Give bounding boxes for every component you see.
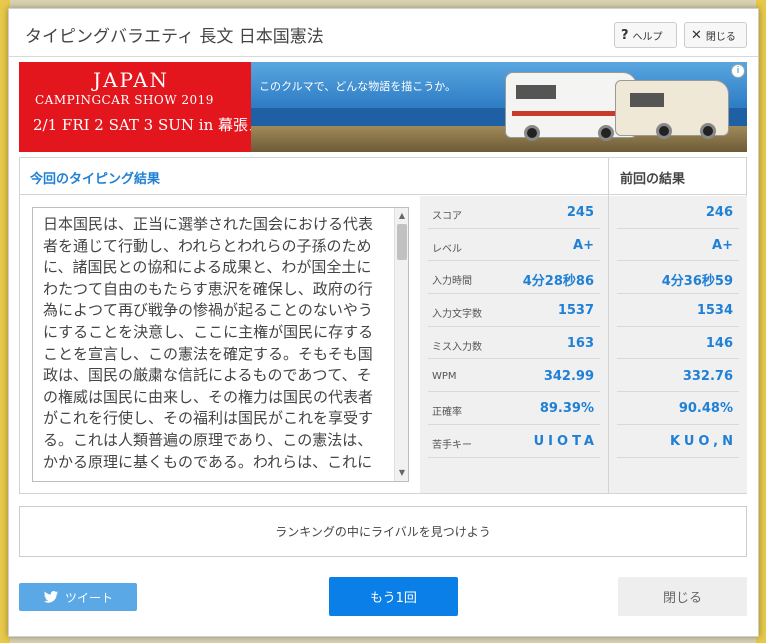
typed-text-line: わたつて自由のもたらす恵沢を確保し、政府の行 — [43, 279, 373, 298]
banner-show: CAMPINGCAR SHOW 2019 — [35, 93, 214, 107]
retry-button[interactable]: もう1回 — [329, 577, 458, 616]
stat-value-current: 89.39% — [539, 401, 594, 417]
stat-value-current: 245 — [566, 205, 594, 220]
adchoices-icon[interactable]: i — [731, 64, 745, 78]
typed-text-line: ことを宣言し、この憲法を確定する。そもそも国 — [43, 344, 373, 363]
typed-text-line: 政は、国民の厳粛な信託によるものであつて、そ — [43, 366, 372, 385]
twitter-bird-icon — [43, 591, 59, 603]
previous-stats: 246 A+ 4分36秒59 1534 146 332.76 90.48% KUO,N — [609, 196, 747, 493]
stat-row-current: 入力時間 4分28秒86 — [428, 261, 600, 295]
stat-value-previous: KUO,N — [670, 433, 737, 449]
current-results-heading: 今回のタイピング結果 — [30, 172, 161, 187]
previous-results-heading: 前回の結果 — [620, 172, 686, 187]
modal-title: タイピングバラエティ 長文 日本国憲法 — [25, 27, 324, 47]
stat-value-current: 163 — [566, 335, 594, 351]
stat-row-previous: KUO,N — [617, 425, 739, 458]
stat-row-current: スコア 245 — [428, 196, 600, 229]
modal-header: タイピングバラエティ 長文 日本国憲法 ? ヘルプ ✕ 閉じる — [9, 9, 758, 57]
typed-text-line: にすることを決意し、ここに主権が国民に存する — [43, 322, 374, 341]
scroll-down-arrow-icon[interactable]: ▼ — [397, 468, 407, 478]
stat-row-current: WPM 342.99 — [428, 360, 600, 393]
typed-text-line: がこれを行使し、その福利は国民がこれを享受す — [43, 409, 374, 428]
stat-value-current: 342.99 — [543, 368, 594, 384]
stat-value-previous: 146 — [705, 335, 733, 351]
close-top-label: 閉じる — [705, 31, 736, 43]
camper-trailer-image — [615, 80, 729, 139]
current-stats: スコア 245 レベル A+ 入力時間 4分28秒86 入力文字数 1537 ミス入力数 163 W… — [420, 196, 608, 493]
stat-value-previous: 332.76 — [682, 368, 733, 384]
typed-text-line: に、諸国民との協和による成果と、わが国全土に — [43, 258, 372, 277]
banner-copy: このクルマで、どんな物語を描こうか。 — [259, 80, 457, 93]
stat-value-previous: 1534 — [696, 303, 733, 319]
typed-text-line: 日本国民は、正当に選挙された国会における代表 — [43, 215, 374, 233]
stat-row-previous: A+ — [617, 229, 739, 262]
stat-value-previous: 246 — [705, 205, 733, 220]
results-header: 今回のタイピング結果 前回の結果 — [20, 158, 746, 195]
stat-label: 苦手キー — [432, 439, 472, 451]
text-scrollbar[interactable]: ▲ ▼ — [394, 208, 408, 481]
result-modal: タイピングバラエティ 長文 日本国憲法 ? ヘルプ ✕ 閉じる JAPAN CA… — [8, 8, 759, 637]
typed-text-box[interactable]: 日本国民は、正当に選挙された国会における代表 者を通じて行動し、われらとわれらの子… — [32, 207, 409, 482]
stat-row-current: 正確率 89.39% — [428, 392, 600, 425]
stat-value-previous: 90.48% — [678, 401, 733, 417]
ad-banner[interactable]: JAPAN CAMPINGCAR SHOW 2019 2/1 FRI 2 SAT… — [19, 62, 747, 152]
scroll-thumb[interactable] — [397, 224, 407, 260]
typed-text-line: の権威は国民に由来し、その権力は国民の代表者 — [43, 387, 374, 406]
stat-value-previous: A+ — [712, 237, 733, 253]
tweet-button[interactable]: ツイート — [19, 583, 137, 611]
typed-text-line: 為によつて再び戦争の惨禍が起ることのないやう — [43, 301, 373, 320]
typed-text-line: かかる原理に基くものである。われらは、これに — [43, 452, 373, 471]
stat-label: レベル — [432, 243, 462, 255]
stat-row-current: 入力文字数 1537 — [428, 294, 600, 327]
stat-label: 正確率 — [432, 407, 462, 419]
stat-value-previous: 4分36秒59 — [661, 274, 733, 290]
tweet-label: ツイート — [64, 590, 113, 605]
stat-row-previous: 1534 — [617, 294, 739, 327]
help-button[interactable]: ? ヘルプ — [614, 22, 677, 48]
stat-value-current: UIOTA — [533, 433, 598, 449]
stat-row-previous: 4分36秒59 — [617, 261, 739, 295]
stat-label: WPM — [432, 370, 457, 382]
stat-row-previous: 90.48% — [617, 392, 739, 425]
stat-label: 入力文字数 — [432, 309, 482, 321]
results-panel: 今回のタイピング結果 前回の結果 日本国民は、正当に選挙された国会における代表者… — [19, 157, 747, 494]
stat-value-current: A+ — [573, 237, 594, 253]
banner-japan: JAPAN — [93, 68, 170, 92]
banner-title-block: JAPAN CAMPINGCAR SHOW 2019 2/1 FRI 2 SAT… — [19, 62, 293, 152]
stat-row-previous: 146 — [617, 327, 739, 360]
typed-text-content: 日本国民は、正当に選挙された国会における代表 者を通じて行動し、われらとわれらの子… — [43, 214, 388, 473]
stat-label: ミス入力数 — [432, 341, 482, 353]
stat-label: 入力時間 — [432, 276, 472, 288]
x-icon: ✕ — [691, 27, 702, 43]
help-label: ヘルプ — [632, 31, 663, 43]
typed-text-line: る。これは人類普遍の原理であり、この憲法は、 — [43, 430, 373, 449]
find-rival-box[interactable]: ランキングの中にライバルを見つけよう — [19, 506, 747, 557]
stat-value-current: 1537 — [557, 303, 594, 319]
stat-row-current: 苦手キー UIOTA — [428, 425, 600, 458]
stat-label: スコア — [432, 211, 462, 222]
stat-row-previous: 332.76 — [617, 360, 739, 393]
question-icon: ? — [621, 27, 629, 43]
stat-value-current: 4分28秒86 — [522, 274, 594, 290]
typed-text-line: 者を通じて行動し、われらとわれらの子孫のため — [43, 236, 372, 255]
stat-row-current: レベル A+ — [428, 229, 600, 262]
close-button[interactable]: 閉じる — [618, 577, 747, 616]
scroll-up-arrow-icon[interactable]: ▲ — [397, 211, 407, 221]
stat-row-current: ミス入力数 163 — [428, 327, 600, 360]
stat-row-previous: 246 — [617, 196, 739, 229]
close-top-button[interactable]: ✕ 閉じる — [684, 22, 747, 48]
